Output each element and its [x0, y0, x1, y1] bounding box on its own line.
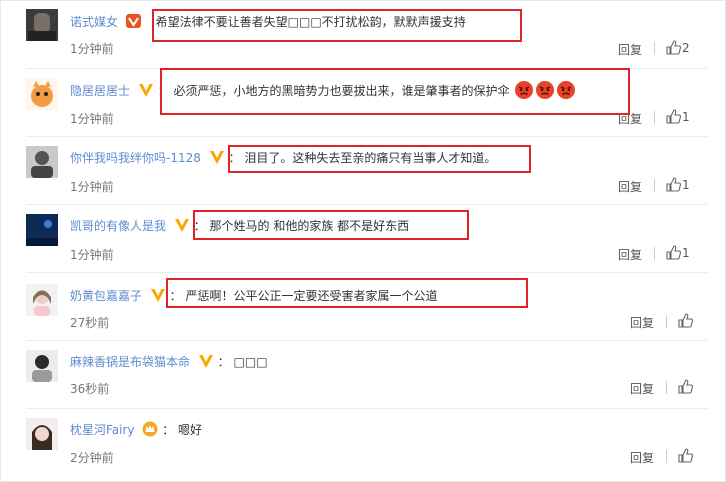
- timestamp: 1分钟前: [70, 180, 114, 194]
- angry-face-emoji: [556, 80, 576, 106]
- reply-button[interactable]: 回复: [630, 449, 654, 466]
- timestamp: 1分钟前: [70, 112, 114, 126]
- colon: ：: [193, 219, 206, 233]
- colon: ：: [169, 289, 182, 303]
- angry-face-emoji: [535, 80, 555, 106]
- avatar[interactable]: [26, 418, 58, 450]
- thumbs-up-icon: [666, 245, 681, 260]
- reply-button[interactable]: 回复: [630, 314, 654, 331]
- verified-badge-icon: [138, 82, 154, 104]
- avatar[interactable]: [26, 146, 58, 178]
- thumbs-up-icon: [678, 313, 693, 328]
- reply-button[interactable]: 回复: [618, 110, 642, 127]
- divider: [654, 42, 655, 55]
- verified-badge-icon: [150, 287, 166, 309]
- comment-item: 凯哥的有像人是我 ： 那个姓马的 和他的家族 都不是好东西 1分钟前 回复 1: [0, 204, 726, 272]
- comment-text: 必须严惩，小地方的黑暗势力也要拔出来，谁是肇事者的保护伞: [173, 84, 510, 98]
- colon: ：: [228, 151, 241, 165]
- verified-badge-icon: [174, 217, 190, 239]
- divider: [666, 381, 667, 394]
- reply-button[interactable]: 回复: [618, 41, 642, 58]
- avatar[interactable]: [26, 78, 58, 110]
- like-count: 1: [682, 246, 690, 260]
- like-count: 1: [682, 110, 690, 124]
- divider: [666, 315, 667, 328]
- thumbs-up-icon: [666, 109, 681, 124]
- timestamp: 1分钟前: [70, 42, 114, 56]
- comment-text: 泪目了。这种失去至亲的痛只有当事人才知道。: [244, 151, 497, 165]
- comment-text: 那个姓马的 和他的家族 都不是好东西: [209, 219, 410, 233]
- timestamp: 36秒前: [70, 382, 110, 396]
- divider: [654, 247, 655, 260]
- username[interactable]: 诺式媒女: [70, 15, 118, 29]
- avatar[interactable]: [26, 214, 58, 246]
- comment-item: 奶黄包嘉嘉子 ： 严惩啊！公平公正一定要还受害者家属一个公道 27秒前 回复: [0, 272, 726, 340]
- divider: [654, 179, 655, 192]
- comment-text: □□□: [233, 355, 268, 369]
- username[interactable]: 凯哥的有像人是我: [70, 219, 166, 233]
- verified-badge-icon: [209, 149, 225, 171]
- vip-badge-icon: [125, 13, 142, 35]
- username[interactable]: 枕星河Fairy: [70, 423, 135, 437]
- comment-item: 隐居居居士 ： 必须严惩，小地方的黑暗势力也要拔出来，谁是肇事者的保护伞 1分钟…: [0, 68, 726, 136]
- reply-button[interactable]: 回复: [618, 246, 642, 263]
- avatar[interactable]: [26, 9, 58, 41]
- crown-badge-icon: [142, 421, 158, 443]
- colon: ：: [157, 84, 170, 98]
- username[interactable]: 你伴我吗我绊你吗-1128: [70, 151, 201, 165]
- comment-text: 嗯好: [178, 423, 203, 437]
- username[interactable]: 麻辣香锅是布袋猫本命: [70, 355, 190, 369]
- divider: [654, 111, 655, 124]
- timestamp: 2分钟前: [70, 451, 114, 465]
- colon: ：: [217, 355, 230, 369]
- colon: ：: [162, 423, 175, 437]
- angry-face-emoji: [514, 80, 534, 106]
- username[interactable]: 隐居居居士: [70, 84, 130, 98]
- divider: [666, 450, 667, 463]
- comment-item: 你伴我吗我绊你吗-1128 ： 泪目了。这种失去至亲的痛只有当事人才知道。 1分…: [0, 136, 726, 204]
- comment-text: 严惩啊！公平公正一定要还受害者家属一个公道: [185, 289, 438, 303]
- comment-item: 麻辣香锅是布袋猫本命 ： □□□ 36秒前 回复: [0, 340, 726, 408]
- reply-button[interactable]: 回复: [618, 178, 642, 195]
- thumbs-up-icon: [666, 177, 681, 192]
- timestamp: 1分钟前: [70, 248, 114, 262]
- comment-item: 枕星河Fairy ： 嗯好 2分钟前 回复: [0, 408, 726, 476]
- comment-text: 希望法律不要让善者失望□□□不打扰松韵，默默声援支持: [155, 15, 466, 29]
- timestamp: 27秒前: [70, 316, 110, 330]
- thumbs-up-icon: [678, 379, 693, 394]
- like-count: 2: [682, 41, 690, 55]
- thumbs-up-icon: [666, 40, 681, 55]
- verified-badge-icon: [198, 353, 214, 375]
- reply-button[interactable]: 回复: [630, 380, 654, 397]
- avatar[interactable]: [26, 284, 58, 316]
- avatar[interactable]: [26, 350, 58, 382]
- thumbs-up-icon: [678, 448, 693, 463]
- username[interactable]: 奶黄包嘉嘉子: [70, 289, 142, 303]
- like-count: 1: [682, 178, 690, 192]
- comment-item: 诺式媒女 希望法律不要让善者失望□□□不打扰松韵，默默声援支持 1分钟前 回复 …: [0, 0, 726, 68]
